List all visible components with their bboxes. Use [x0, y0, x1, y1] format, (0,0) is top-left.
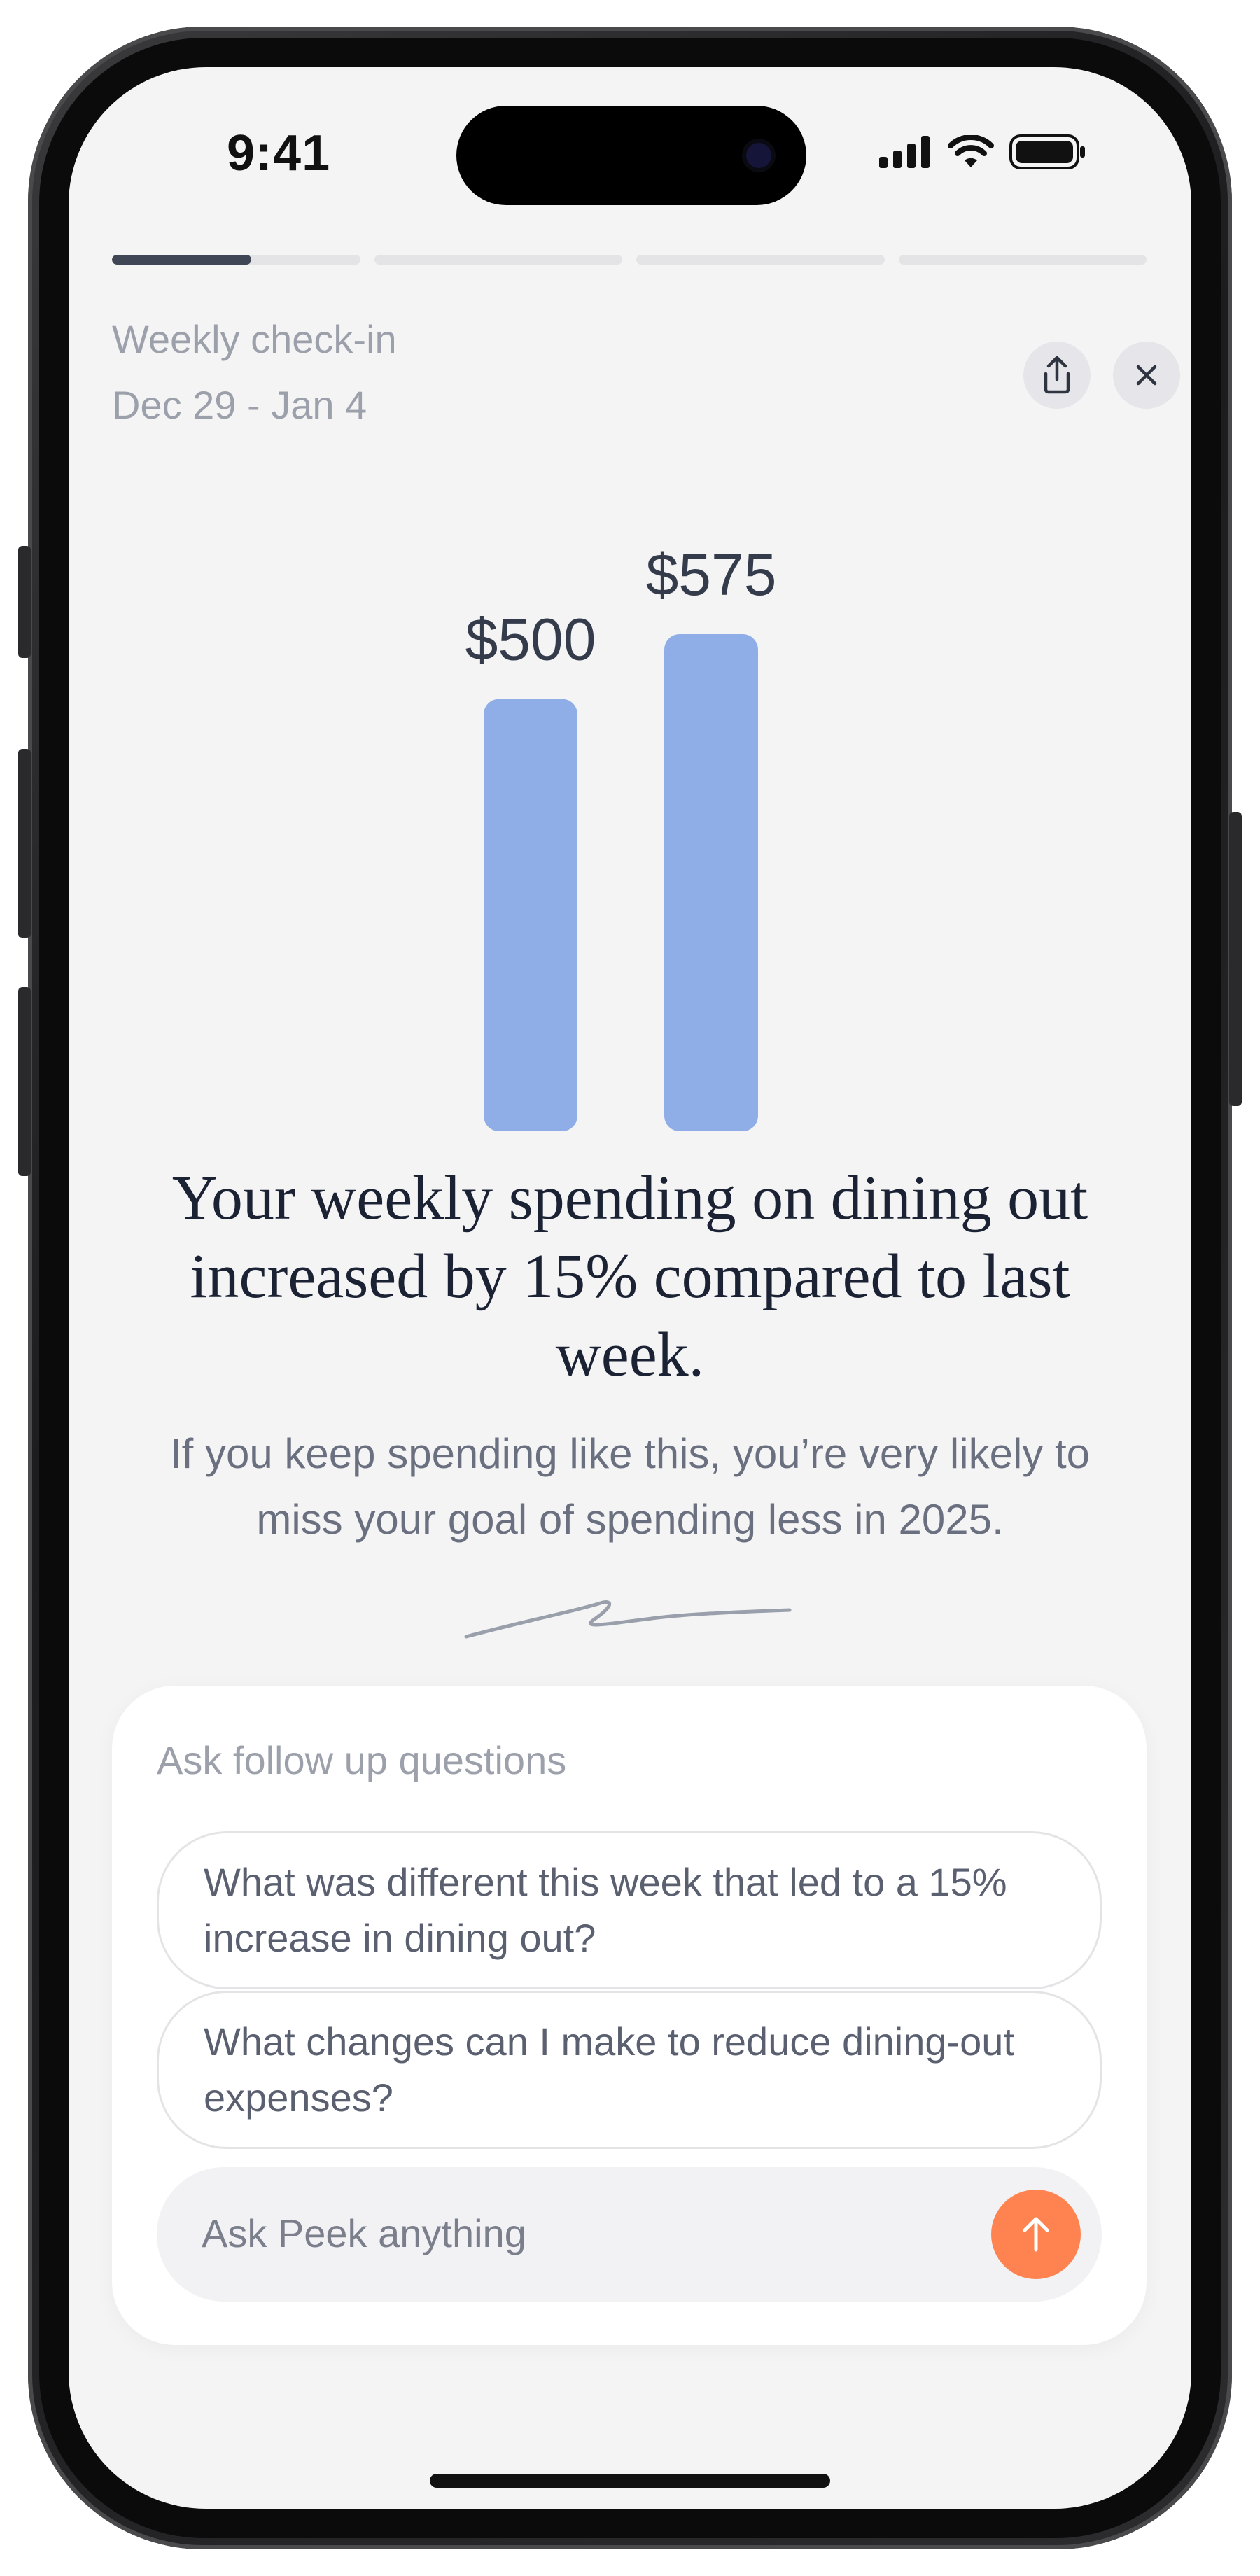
- bar-value-label-2: $575: [646, 542, 777, 608]
- progress-segment-2: [374, 255, 622, 265]
- status-time: 9:41: [227, 125, 331, 181]
- cellular-signal-icon: [879, 136, 930, 168]
- story-progress: [112, 255, 1147, 265]
- bar-1: [484, 699, 578, 1131]
- bar-value-label-1: $500: [465, 607, 596, 673]
- close-icon: [1136, 365, 1157, 386]
- close-button[interactable]: [1113, 342, 1180, 409]
- check-in-date-range: Dec 29 - Jan 4: [112, 383, 368, 427]
- suggestion-chip-1[interactable]: What was different this week that led to…: [157, 1831, 1102, 1989]
- volume-up-button: [18, 749, 31, 938]
- wifi-icon: [948, 135, 994, 167]
- battery-icon: [1009, 134, 1085, 169]
- ask-input-placeholder[interactable]: Ask Peek anything: [202, 2211, 526, 2256]
- insight-headline: Your weekly spending on dining out incre…: [172, 1163, 1088, 1390]
- follow-up-title: Ask follow up questions: [157, 1738, 567, 1782]
- arrow-up-icon: [1023, 2217, 1049, 2252]
- share-icon: [1044, 356, 1070, 394]
- spending-bar-chart: $500 $575: [465, 542, 777, 1131]
- home-indicator[interactable]: [430, 2474, 830, 2488]
- check-in-title: Weekly check-in: [112, 317, 397, 361]
- screen: 9:41 Weekly check-in Dec 29 - Jan 4 $500…: [69, 67, 1191, 2509]
- progress-segment-1: [112, 255, 360, 265]
- signature-squiggle: [464, 1600, 792, 1639]
- send-button[interactable]: [991, 2190, 1081, 2279]
- volume-down-button: [18, 987, 31, 1176]
- dynamic-island: [456, 106, 806, 205]
- suggestion-chip-2[interactable]: What changes can I make to reduce dining…: [157, 1991, 1102, 2149]
- silent-switch: [18, 546, 31, 658]
- ask-input-bar[interactable]: Ask Peek anything: [157, 2167, 1102, 2302]
- insight-subtext: If you keep spending like this, you’re v…: [170, 1430, 1090, 1543]
- bar-2: [664, 634, 758, 1131]
- front-camera: [746, 143, 771, 168]
- share-button[interactable]: [1023, 342, 1091, 409]
- progress-segment-4: [898, 255, 1147, 265]
- progress-segment-3: [636, 255, 885, 265]
- power-button: [1229, 812, 1242, 1106]
- progress-fill: [112, 255, 251, 265]
- follow-up-card: Ask follow up questions What was differe…: [112, 1686, 1147, 2345]
- status-icons: [879, 134, 1086, 169]
